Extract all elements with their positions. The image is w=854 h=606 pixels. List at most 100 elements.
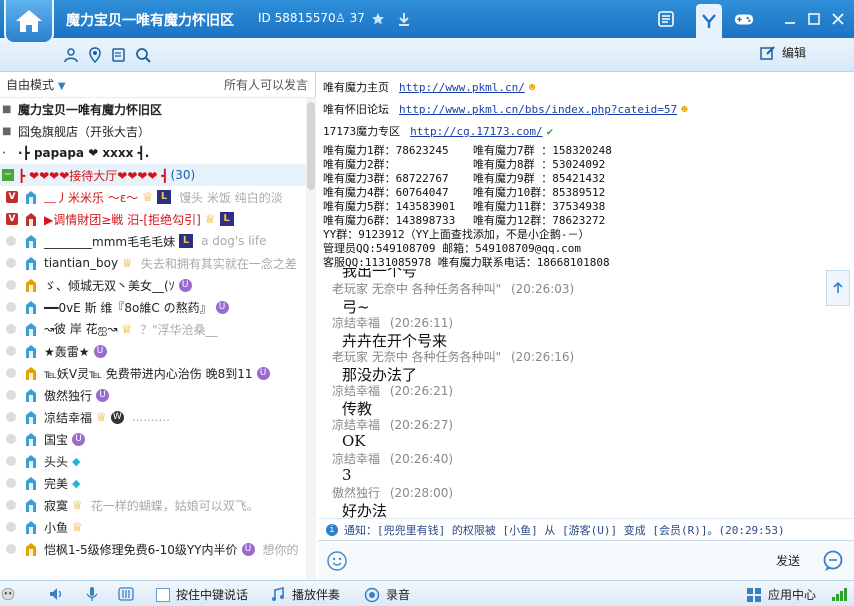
search-icon[interactable] [134, 46, 152, 64]
qq-group-row: 唯有魔力1群：78623245 唯有魔力7群 ：158320248 [323, 144, 612, 157]
online-count: ♙ 37 [335, 11, 365, 25]
collapse-dot-icon: · [2, 147, 6, 159]
vip-badge-icon: V [6, 191, 18, 203]
equalizer-icon[interactable] [118, 586, 134, 602]
member-icon [26, 345, 36, 358]
location-icon[interactable] [86, 46, 104, 64]
push-to-talk-toggle[interactable]: 按住中键说话 [156, 586, 248, 603]
record-icon [364, 587, 380, 602]
diamond-icon: ◆ [72, 476, 81, 490]
member-icon [26, 433, 36, 446]
chat-message: 凉结幸福 (20:26:11) 卉卉在开个号来 [332, 316, 454, 350]
diamond-icon: ◆ [72, 454, 81, 468]
system-notice: i 通知：[兜兜里有钱] 的权限被 [小鱼] 从 [游客(U)] 变成 [会员(… [318, 518, 854, 540]
member-row[interactable]: ゞ、倾城无双丶美女__(ｿ U [0, 274, 306, 296]
purple-badge-icon: U [72, 432, 86, 446]
member-row[interactable]: ℡妖V灵℡ 免费带进内心治伤 晚8到11 U [0, 362, 306, 384]
channel-tree: ■ 魔力宝贝一唯有魔力怀旧区 ■ 囧兔旗舰店（开张大吉） · ·┣ papapa… [0, 98, 306, 580]
music-icon [272, 586, 284, 601]
crown-icon: ♕ [122, 256, 133, 270]
notes-icon[interactable] [110, 46, 128, 64]
signal-strength-icon [832, 588, 847, 601]
star-icon[interactable] [368, 9, 388, 29]
microphone-icon[interactable] [84, 586, 100, 602]
admin-contact: 管理员QQ:549108709 邮箱：549108709@qq.com [323, 242, 582, 255]
crown-icon: ♕ [72, 520, 83, 534]
room-id: ID 58815570 [258, 11, 336, 25]
purple-badge-icon: U [256, 366, 270, 380]
member-row[interactable]: V ﹏丿米米乐 〜ε〜 ♕ L 馒头 米饭 纯白的淡 [0, 186, 306, 208]
member-row[interactable]: ↝彼 岸 花ஐ↝ ♕ ？"浮华沧桑__ [0, 318, 306, 340]
member-icon [26, 213, 36, 226]
member-row[interactable]: ━━0vE 斯 维『8ο維C の熬药』 U [0, 296, 306, 318]
member-row[interactable]: 完美 ◆ [0, 472, 306, 494]
board-link[interactable]: http://www.pkml.cn/bbs/index.php?cateid=… [399, 103, 677, 116]
channel-lobby[interactable]: − ┣ ❤❤❤❤接待大厅❤❤❤❤ ┫ (30) [0, 164, 306, 186]
member-icon [26, 543, 36, 556]
crown-icon: ♕ [204, 212, 216, 226]
channel-tab-icon[interactable] [696, 4, 722, 38]
member-manage-icon[interactable] [62, 46, 80, 64]
purple-badge-icon: U [215, 300, 229, 314]
record-button[interactable]: 录音 [364, 586, 410, 603]
edit-label: 编辑 [782, 46, 807, 60]
close-icon[interactable] [828, 9, 848, 29]
chat-message: 老玩家 无奈中 各种任务各种叫" (20:26:03) 弓~ [332, 282, 575, 316]
font-settings-icon[interactable] [326, 550, 348, 572]
member-row[interactable]: 头头 ◆ [0, 450, 306, 472]
tree-scrollbar-thumb[interactable] [307, 102, 315, 190]
member-row[interactable]: 恺枫1-5级修理免费6-10级YY内半价 U 想你的 [0, 538, 306, 560]
arrow-up-icon [833, 281, 843, 293]
qq-group-row: 唯有魔力6群：143898733 唯有魔力12群：78623272 [323, 214, 606, 227]
game-icon[interactable] [734, 9, 754, 29]
chat-message: 凉结幸福 (20:26:40) 3 [332, 452, 454, 484]
member-row[interactable]: 寂寞 ♕ 花一样的蝴蝶，姑娘可以双飞。 [0, 494, 306, 516]
app-center-button[interactable]: 应用中心 [746, 586, 816, 603]
member-row[interactable]: ★轰雷★ U [0, 340, 306, 362]
info-icon: i [326, 523, 338, 536]
channel-papapa[interactable]: · ·┣ papapa ❤ xxxx ┫. [0, 142, 306, 164]
send-button[interactable]: 发送 [776, 552, 800, 569]
emoji-chat-icon[interactable] [822, 550, 844, 572]
member-row[interactable]: 傲然独行 U [0, 384, 306, 406]
channel-tree-panel: 自由模式 ▼ 所有人可以发言 ■ 魔力宝贝一唯有魔力怀旧区 ■ 囧兔旗舰店（开张… [0, 72, 316, 580]
smiley-icon: ☻ [528, 80, 536, 94]
edit-button[interactable]: 编辑 [760, 44, 806, 61]
sub-toolbar: 编辑 [0, 38, 854, 72]
crown-icon: ♕ [72, 498, 83, 512]
channel-title: 魔力宝贝一唯有魔力怀旧区 [66, 13, 234, 29]
member-row[interactable]: 国宝 U [0, 428, 306, 450]
maximize-icon[interactable] [804, 9, 824, 29]
board-link[interactable]: http://www.pkml.cn/ [399, 81, 525, 94]
board-link[interactable]: http://cg.17173.com/ [410, 125, 542, 138]
accompany-button[interactable]: 播放伴奏 [270, 586, 340, 603]
member-row[interactable]: 凉结幸福 ♕ W.......... [0, 406, 306, 428]
chat-message: 凉结幸福 (20:26:21) 传教 [332, 384, 454, 418]
crown-icon: ♕ [142, 190, 154, 204]
download-icon[interactable] [394, 9, 414, 29]
board-icon[interactable] [656, 9, 676, 29]
level-badge-icon: L [157, 190, 172, 204]
permission-label: 所有人可以发言 [223, 78, 308, 92]
input-bar[interactable] [318, 540, 854, 580]
member-icon [26, 301, 36, 314]
crown-icon: ♕ [121, 322, 133, 336]
channel-root[interactable]: ■ 魔力宝贝一唯有魔力怀旧区 [0, 98, 306, 120]
member-icon [26, 257, 36, 270]
channel-shop[interactable]: ■ 囧兔旗舰店（开张大吉） [0, 120, 306, 142]
minimize-icon[interactable] [780, 9, 800, 29]
member-row[interactable]: 小鱼 ♕ [0, 516, 306, 538]
scroll-to-bottom-button[interactable] [826, 270, 850, 306]
member-row[interactable]: V ▶调情財团≥戦 汨-[拒绝勾引] ♕ L [0, 208, 306, 230]
avatar[interactable] [0, 586, 16, 602]
member-icon [26, 191, 36, 204]
member-row[interactable]: ________mmm毛毛毛妹 La dog's life [0, 230, 306, 252]
qq-group-row: 唯有魔力5群：143583901 唯有魔力11群：37534938 [323, 200, 606, 213]
member-icon [26, 477, 36, 490]
qq-group-row: 唯有魔力2群： 唯有魔力8群 ：53024092 [323, 158, 606, 171]
yy-group: YY群：9123912（YY上面查找添加，不是小企鹅-－） [323, 228, 590, 241]
member-row[interactable]: tiantian_boy ♕ 失去和拥有其实就在一念之差 [0, 252, 306, 274]
speaker-icon[interactable] [48, 586, 64, 602]
mode-selector[interactable]: 自由模式 ▼ [6, 76, 66, 93]
home-icon[interactable] [4, 0, 54, 44]
